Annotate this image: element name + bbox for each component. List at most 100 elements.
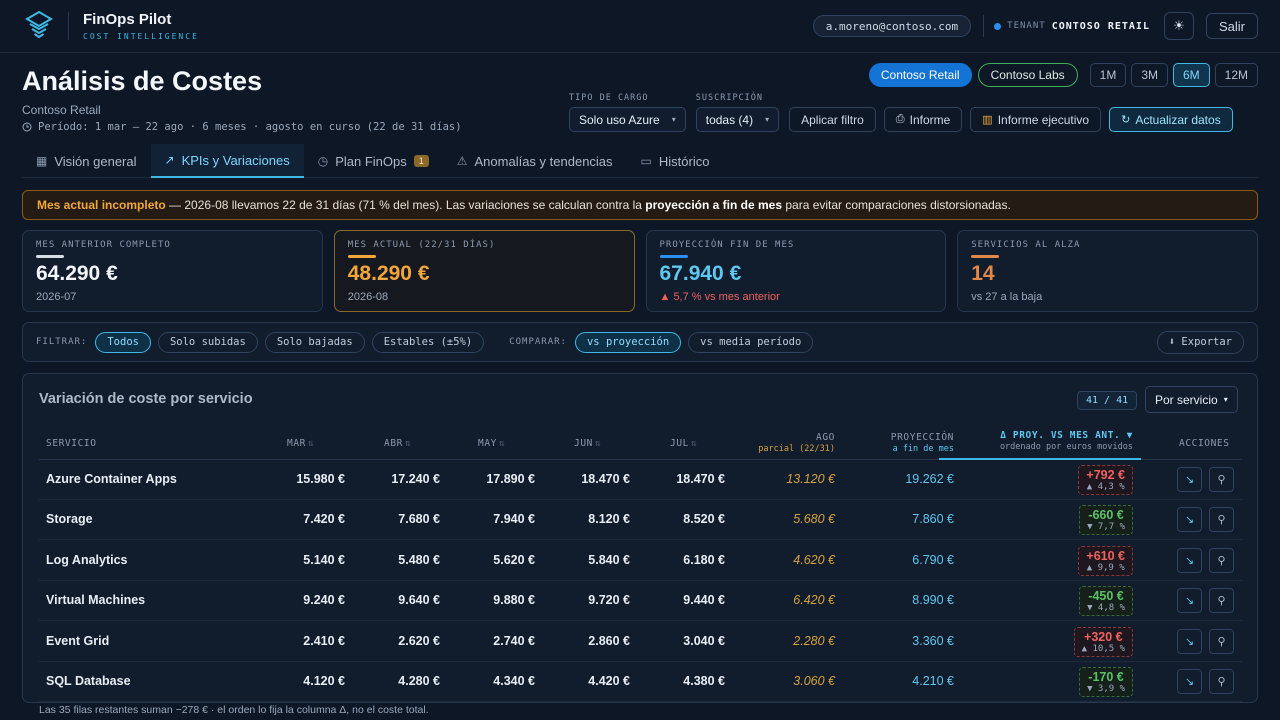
tab-history[interactable]: ▭ Histórico bbox=[627, 144, 724, 178]
range-3m[interactable]: 3M bbox=[1131, 63, 1168, 87]
exec-report-button[interactable]: ▥ Informe ejecutivo bbox=[970, 107, 1102, 132]
arrow-down-right-icon: ↘ bbox=[1184, 635, 1195, 648]
filter-bar: FILTRAR: Todos Solo subidas Solo bajadas… bbox=[22, 322, 1258, 362]
month-cost: 7.680 € bbox=[398, 512, 440, 527]
delta-value: -170 € bbox=[1088, 670, 1124, 684]
charge-type-select[interactable]: Solo uso Azure ▾ bbox=[569, 107, 686, 132]
theme-toggle-button[interactable]: ☀ bbox=[1163, 12, 1194, 40]
range-6m[interactable]: 6M bbox=[1172, 63, 1210, 87]
month-cost: 2.860 € bbox=[588, 633, 630, 648]
pin-icon: ⚲ bbox=[1217, 595, 1226, 608]
partial-month-cost: 4.620 € bbox=[793, 552, 835, 567]
drilldown-button[interactable]: ↘ bbox=[1177, 588, 1202, 614]
projection-cost: 3.360 € bbox=[912, 633, 954, 648]
service-name: Log Analytics bbox=[46, 552, 128, 567]
col-may[interactable]: MAY ⇅ bbox=[478, 438, 505, 449]
subscription-value: todas (4) bbox=[705, 112, 754, 127]
filter-all[interactable]: Todos bbox=[95, 331, 151, 353]
kpi-card-projection: PROYECCIÓN FIN DE MES 67.940 € ▲ 5,7 % v… bbox=[645, 230, 947, 312]
drilldown-button[interactable]: ↘ bbox=[1177, 547, 1202, 573]
col-service[interactable]: SERVICIO bbox=[46, 438, 97, 449]
month-cost: 5.620 € bbox=[493, 552, 535, 567]
apply-filter-button[interactable]: Aplicar filtro bbox=[789, 107, 876, 132]
drilldown-button[interactable]: ↘ bbox=[1177, 507, 1202, 533]
clock-icon: ◷ bbox=[317, 154, 329, 168]
table-row[interactable]: Virtual Machines 9.240 € 9.640 € 9.880 € 9.7… bbox=[39, 581, 1242, 622]
col-jul[interactable]: JUL ⇅ bbox=[670, 438, 697, 449]
drilldown-button[interactable]: ↘ bbox=[1177, 628, 1202, 654]
filter-increases[interactable]: Solo subidas bbox=[157, 331, 258, 353]
table-row[interactable]: SQL Database 4.120 € 4.280 € 4.340 € 4.420 €… bbox=[39, 662, 1242, 702]
kpi-foot: ▲ 5,7 % vs mes anterior bbox=[659, 291, 780, 303]
tenant-chip-contoso-labs[interactable]: Contoso Labs bbox=[977, 63, 1078, 87]
table-row[interactable]: Azure Container Apps 15.980 € 17.240 € 17.8… bbox=[39, 460, 1242, 500]
group-by-select[interactable]: Por servicio ▾ bbox=[1145, 386, 1238, 413]
col-jun[interactable]: JUN ⇅ bbox=[574, 438, 601, 449]
tenant-chip-contoso-retail[interactable]: Contoso Retail bbox=[868, 63, 972, 87]
col-label: JUL bbox=[670, 438, 689, 449]
col-delta[interactable]: Δ PROY. VS MES ANT. ▼ ordenado por euros… bbox=[939, 426, 1141, 460]
col-projection[interactable]: PROYECCIÓN a fin de mes bbox=[834, 432, 954, 454]
pin-button[interactable]: ⚲ bbox=[1209, 467, 1234, 492]
kpi-card-current-month: MES ACTUAL (22/31 DÍAS) 48.290 € 2026-08 bbox=[333, 230, 635, 312]
filter-stable[interactable]: Estables (±5%) bbox=[371, 331, 485, 353]
user-email-pill[interactable]: a.moreno@contoso.com bbox=[812, 15, 972, 37]
table-row[interactable]: Storage 7.420 € 7.680 € 7.940 € 8.120 € 8.520… bbox=[39, 500, 1242, 541]
tab-label: Visión general bbox=[54, 153, 137, 169]
month-cost: 9.880 € bbox=[493, 593, 535, 608]
kpi-label: SERVICIOS AL ALZA bbox=[971, 240, 1081, 250]
pin-button[interactable]: ⚲ bbox=[1209, 547, 1234, 573]
tab-kpis[interactable]: ↗ KPIs y Variaciones bbox=[150, 144, 304, 178]
compare-average[interactable]: vs media período bbox=[688, 331, 814, 353]
pin-button[interactable]: ⚲ bbox=[1209, 588, 1234, 614]
tab-anomalies[interactable]: ⚠ Anomalías y tendencias bbox=[443, 144, 627, 178]
subscription-select[interactable]: todas (4) ▾ bbox=[695, 107, 780, 132]
month-cost: 7.940 € bbox=[493, 512, 535, 527]
delta-value: -660 € bbox=[1088, 508, 1124, 523]
kpi-label: PROYECCIÓN FIN DE MES bbox=[659, 240, 795, 250]
range-12m[interactable]: 12M bbox=[1214, 63, 1258, 87]
col-ago[interactable]: AGO parcial (22/31) bbox=[715, 432, 835, 454]
col-mar[interactable]: MAR ⇅ bbox=[287, 438, 314, 449]
month-cost: 8.120 € bbox=[588, 512, 630, 527]
month-cost: 4.420 € bbox=[588, 674, 630, 688]
filter-decreases[interactable]: Solo bajadas bbox=[264, 331, 365, 353]
projection-cost: 19.262 € bbox=[905, 472, 954, 486]
service-name: Azure Container Apps bbox=[46, 472, 177, 486]
compare-projection[interactable]: vs proyección bbox=[574, 331, 682, 353]
grid-icon: ▦ bbox=[36, 154, 48, 168]
pin-button[interactable]: ⚲ bbox=[1209, 669, 1234, 694]
col-label: ABR bbox=[384, 438, 403, 449]
delta-value: -450 € bbox=[1088, 589, 1124, 604]
month-cost: 6.180 € bbox=[683, 552, 725, 567]
refresh-button[interactable]: ↻ Actualizar datos bbox=[1109, 107, 1233, 132]
pin-button[interactable]: ⚲ bbox=[1209, 507, 1234, 533]
tab-finops-plan[interactable]: ◷ Plan FinOps 1 bbox=[304, 144, 443, 178]
month-cost: 4.340 € bbox=[493, 674, 535, 688]
col-label: MAR bbox=[287, 438, 306, 449]
drilldown-button[interactable]: ↘ bbox=[1177, 669, 1202, 694]
pin-button[interactable]: ⚲ bbox=[1209, 628, 1234, 654]
delta-badge: -170 € ▼ 3,9 % bbox=[1079, 667, 1133, 697]
col-abr[interactable]: ABR ⇅ bbox=[384, 438, 411, 449]
kpi-card-prev-month: MES ANTERIOR COMPLETO 64.290 € 2026-07 bbox=[22, 230, 323, 312]
printer-icon: ⎙ bbox=[895, 113, 905, 125]
report-button[interactable]: ⎙ Informe bbox=[883, 107, 963, 132]
header-filters: TIPO DE CARGO Solo uso Azure ▾ SUSCRIPCI… bbox=[569, 93, 1233, 132]
tenant-name: CONTOSO RETAIL bbox=[1051, 20, 1150, 32]
table-row[interactable]: Event Grid 2.410 € 2.620 € 2.740 € 2.860 € 3.… bbox=[39, 622, 1242, 662]
logout-button[interactable]: Salir bbox=[1205, 13, 1258, 39]
table-row[interactable]: Log Analytics 5.140 € 5.480 € 5.620 € 5.840 … bbox=[39, 541, 1242, 581]
period-text: Período: 1 mar – 22 ago · 6 meses · agos… bbox=[38, 121, 462, 133]
service-name: SQL Database bbox=[46, 674, 131, 688]
tab-label: Histórico bbox=[658, 153, 710, 169]
range-1m[interactable]: 1M bbox=[1089, 63, 1127, 87]
tab-overview[interactable]: ▦ Visión general bbox=[22, 144, 151, 178]
period-info: Período: 1 mar – 22 ago · 6 meses · agos… bbox=[22, 121, 462, 133]
tab-label: KPIs y Variaciones bbox=[181, 152, 290, 168]
drilldown-button[interactable]: ↘ bbox=[1177, 467, 1202, 492]
delta-badge: -450 € ▼ 4,8 % bbox=[1079, 586, 1133, 617]
chevron-down-icon: ▾ bbox=[1223, 395, 1228, 404]
month-cost: 2.620 € bbox=[398, 633, 440, 648]
export-button[interactable]: ⬇ Exportar bbox=[1156, 330, 1244, 354]
